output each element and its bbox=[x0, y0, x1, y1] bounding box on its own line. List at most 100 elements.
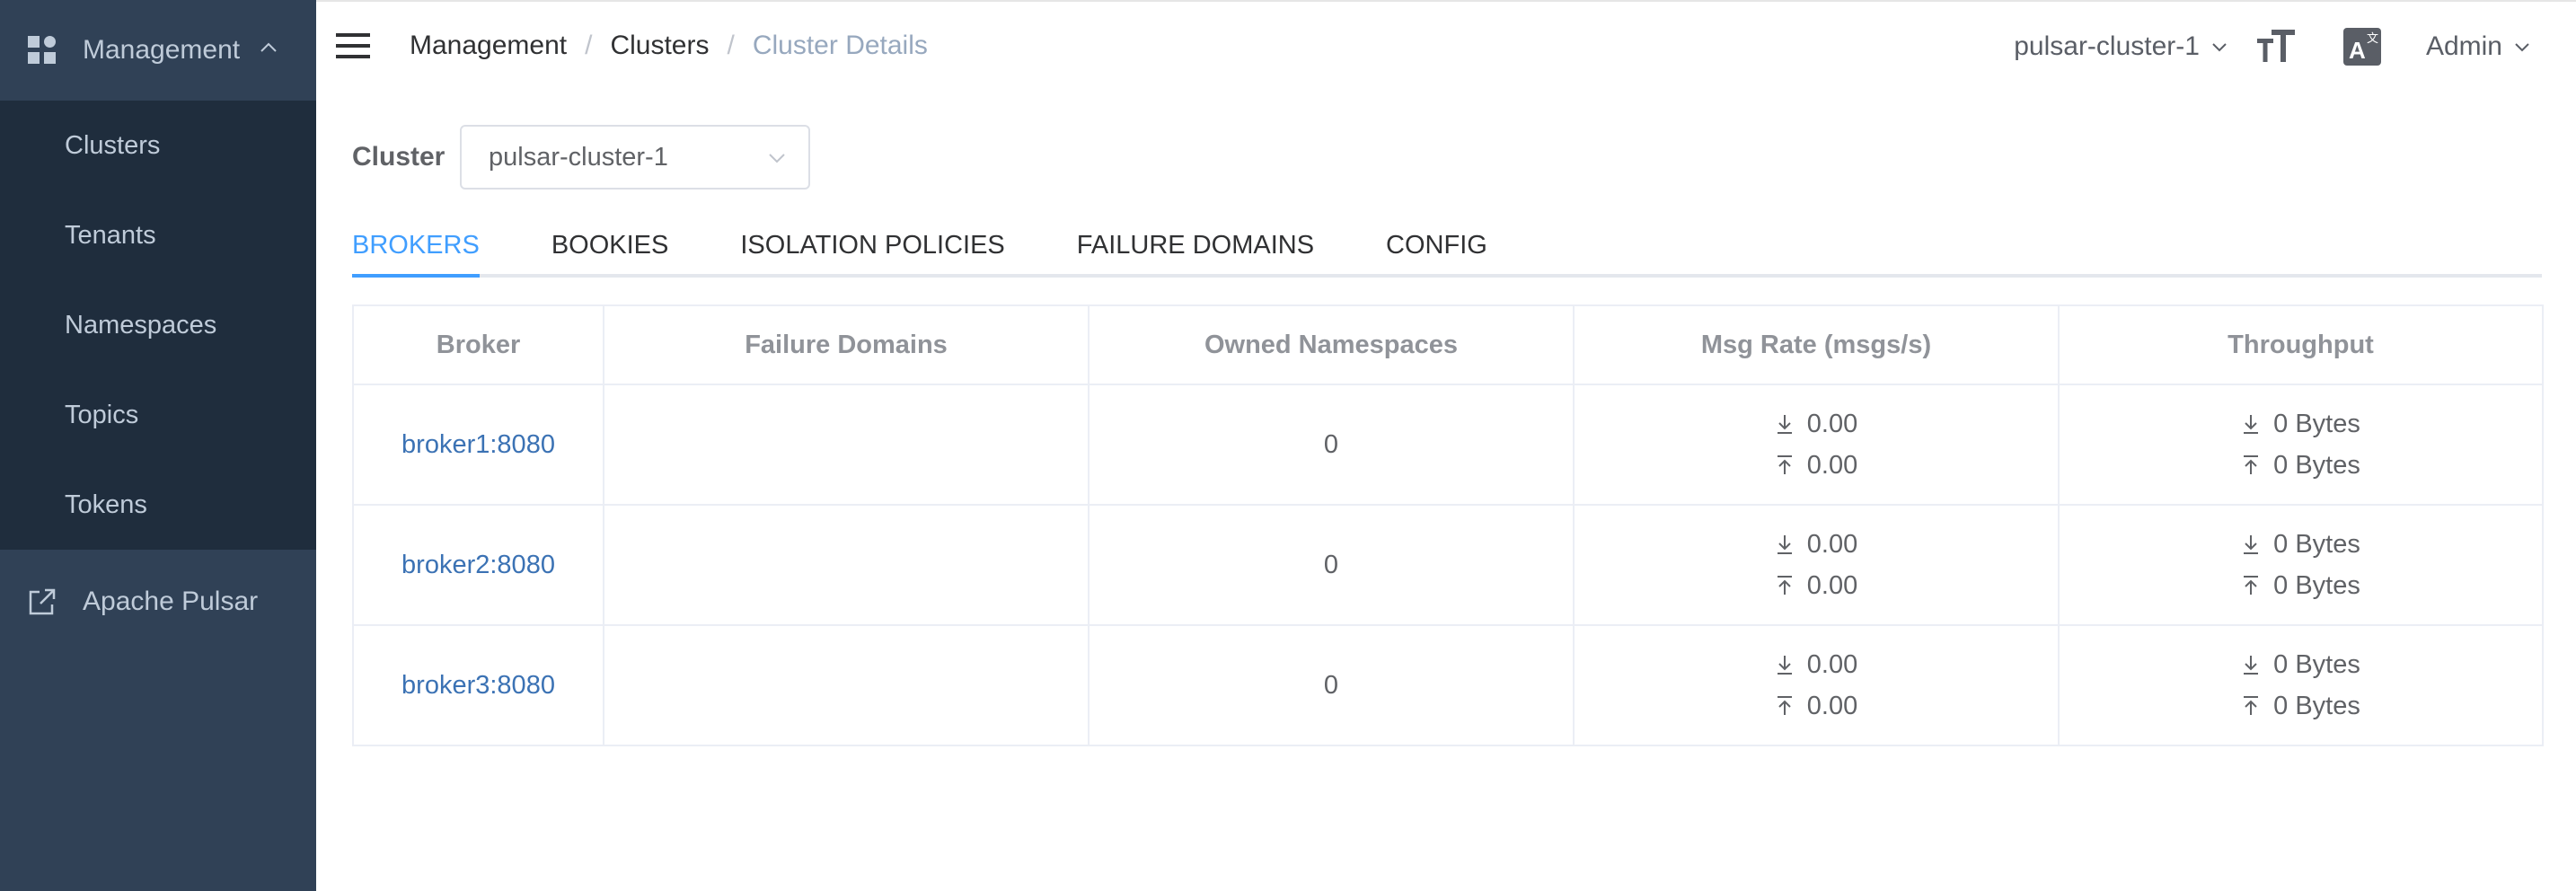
tab-failure-domains[interactable]: FAILURE DOMAINS bbox=[1077, 225, 1386, 274]
upload-icon bbox=[2244, 576, 2259, 595]
throughput-out-value: 0 Bytes bbox=[2273, 450, 2360, 480]
sidebar-management-label: Management bbox=[83, 35, 241, 65]
tab-config[interactable]: CONFIG bbox=[1386, 225, 1559, 274]
broker-link[interactable]: broker2:8080 bbox=[401, 551, 555, 579]
cluster-select-value: pulsar-cluster-1 bbox=[489, 142, 668, 172]
column-header-broker: Broker bbox=[352, 304, 604, 385]
broker-link[interactable]: broker1:8080 bbox=[401, 430, 555, 459]
download-icon bbox=[1777, 656, 1792, 675]
throughput-in-value: 0 Bytes bbox=[2273, 409, 2360, 438]
throughput-cell: 0 Bytes 0 Bytes bbox=[2058, 624, 2544, 746]
throughput-out: 0 Bytes bbox=[2060, 565, 2542, 606]
throughput-in-value: 0 Bytes bbox=[2273, 529, 2360, 559]
throughput-out-value: 0 Bytes bbox=[2273, 570, 2360, 600]
msg-rate-in-value: 0.00 bbox=[1806, 529, 1858, 559]
failure-domains-cell bbox=[603, 384, 1090, 506]
msg-rate-cell: 0.00 0.00 bbox=[1573, 624, 2060, 746]
sidebar-item-apache-pulsar-label: Apache Pulsar bbox=[83, 587, 259, 616]
table-row: broker1:8080 0 0.00 0.00 0 Bytes 0 Bytes bbox=[352, 384, 2544, 506]
download-icon bbox=[2244, 415, 2259, 434]
breadcrumb-cluster-details: Cluster Details bbox=[752, 31, 928, 60]
upload-icon bbox=[1777, 576, 1792, 595]
svg-text:文: 文 bbox=[2367, 31, 2378, 45]
column-header-throughput: Throughput bbox=[2058, 304, 2544, 385]
cluster-select[interactable]: pulsar-cluster-1 bbox=[460, 125, 810, 190]
download-icon bbox=[2244, 656, 2259, 675]
msg-rate-cell: 0.00 0.00 bbox=[1573, 504, 2060, 626]
msg-rate-in-value: 0.00 bbox=[1806, 409, 1858, 438]
chevron-down-icon bbox=[2515, 43, 2529, 52]
breadcrumb-management[interactable]: Management bbox=[410, 31, 567, 61]
column-header-owned-namespaces: Owned Namespaces bbox=[1088, 304, 1575, 385]
throughput-in: 0 Bytes bbox=[2060, 524, 2542, 565]
throughput-out-value: 0 Bytes bbox=[2273, 691, 2360, 720]
msg-rate-out-value: 0.00 bbox=[1806, 450, 1858, 480]
translate-icon[interactable]: A 文 bbox=[2342, 28, 2381, 66]
download-icon bbox=[1777, 415, 1792, 434]
brokers-table: Broker Failure Domains Owned Namespaces … bbox=[352, 304, 2544, 746]
table-row: broker2:8080 0 0.00 0.00 0 Bytes 0 Bytes bbox=[352, 504, 2544, 626]
msg-rate-out: 0.00 bbox=[1575, 685, 2058, 727]
msg-rate-out: 0.00 bbox=[1575, 445, 2058, 486]
throughput-in-value: 0 Bytes bbox=[2273, 649, 2360, 679]
sidebar-management-menu[interactable]: Management bbox=[0, 0, 316, 101]
font-size-icon[interactable] bbox=[2255, 26, 2297, 67]
top-right-controls: pulsar-cluster-1 A 文 Admin bbox=[2014, 2, 2531, 92]
breadcrumb-clusters[interactable]: Clusters bbox=[610, 31, 709, 61]
msg-rate-cell: 0.00 0.00 bbox=[1573, 384, 2060, 506]
broker-link[interactable]: broker3:8080 bbox=[401, 671, 555, 700]
sidebar-item-topics[interactable]: Topics bbox=[0, 370, 316, 460]
sidebar-item-clusters[interactable]: Clusters bbox=[0, 101, 316, 190]
tab-bookies[interactable]: BOOKIES bbox=[551, 225, 741, 274]
hamburger-icon[interactable] bbox=[334, 28, 374, 64]
throughput-cell: 0 Bytes 0 Bytes bbox=[2058, 384, 2544, 506]
download-icon bbox=[2244, 535, 2259, 554]
msg-rate-out: 0.00 bbox=[1575, 565, 2058, 606]
user-name: Admin bbox=[2425, 31, 2502, 61]
column-header-failure-domains: Failure Domains bbox=[603, 304, 1090, 385]
throughput-out: 0 Bytes bbox=[2060, 445, 2542, 486]
msg-rate-out-value: 0.00 bbox=[1806, 570, 1858, 600]
top-navbar: Management / Clusters / Cluster Details … bbox=[316, 0, 2576, 90]
upload-icon bbox=[2244, 455, 2259, 474]
owned-namespaces-cell: 0 bbox=[1088, 624, 1575, 746]
table-row: broker3:8080 0 0.00 0.00 0 Bytes 0 Bytes bbox=[352, 624, 2544, 746]
sidebar-item-namespaces[interactable]: Namespaces bbox=[0, 280, 316, 370]
breadcrumb-separator: / bbox=[585, 31, 593, 60]
sidebar: Management Clusters Tenants Namespaces T… bbox=[0, 0, 316, 891]
sidebar-submenu: Clusters Tenants Namespaces Topics Token… bbox=[0, 101, 316, 550]
svg-text:A: A bbox=[2349, 37, 2366, 64]
failure-domains-cell bbox=[603, 624, 1090, 746]
broker-cell: broker1:8080 bbox=[352, 384, 604, 506]
external-link-icon bbox=[29, 588, 56, 615]
sidebar-item-tenants[interactable]: Tenants bbox=[0, 190, 316, 280]
breadcrumb-separator: / bbox=[727, 31, 735, 60]
cluster-switch-dropdown[interactable]: pulsar-cluster-1 bbox=[2014, 31, 2228, 62]
tab-brokers[interactable]: BROKERS bbox=[352, 225, 551, 278]
failure-domains-cell bbox=[603, 504, 1090, 626]
chevron-down-icon bbox=[2212, 43, 2227, 52]
sidebar-item-tokens[interactable]: Tokens bbox=[0, 460, 316, 550]
msg-rate-in: 0.00 bbox=[1575, 524, 2058, 565]
throughput-in: 0 Bytes bbox=[2060, 403, 2542, 445]
upload-icon bbox=[2244, 696, 2259, 715]
msg-rate-in: 0.00 bbox=[1575, 644, 2058, 685]
broker-cell: broker3:8080 bbox=[352, 624, 604, 746]
dashboard-icon bbox=[28, 36, 56, 64]
column-header-msg-rate: Msg Rate (msgs/s) bbox=[1573, 304, 2060, 385]
throughput-out: 0 Bytes bbox=[2060, 685, 2542, 727]
cluster-switch-label: pulsar-cluster-1 bbox=[2014, 31, 2200, 61]
main-content: Cluster pulsar-cluster-1 BROKERS BOOKIES… bbox=[352, 90, 2544, 746]
upload-icon bbox=[1777, 455, 1792, 474]
chevron-up-icon bbox=[260, 42, 277, 52]
owned-namespaces-cell: 0 bbox=[1088, 504, 1575, 626]
cluster-filter: Cluster pulsar-cluster-1 bbox=[352, 125, 2542, 190]
user-dropdown[interactable]: Admin bbox=[2426, 31, 2531, 62]
owned-namespaces-cell: 0 bbox=[1088, 384, 1575, 506]
download-icon bbox=[1777, 535, 1792, 554]
sidebar-item-apache-pulsar[interactable]: Apache Pulsar bbox=[0, 550, 316, 654]
broker-cell: broker2:8080 bbox=[352, 504, 604, 626]
tab-isolation-policies[interactable]: ISOLATION POLICIES bbox=[740, 225, 1076, 274]
chevron-down-icon bbox=[769, 154, 785, 163]
msg-rate-in-value: 0.00 bbox=[1806, 649, 1858, 679]
